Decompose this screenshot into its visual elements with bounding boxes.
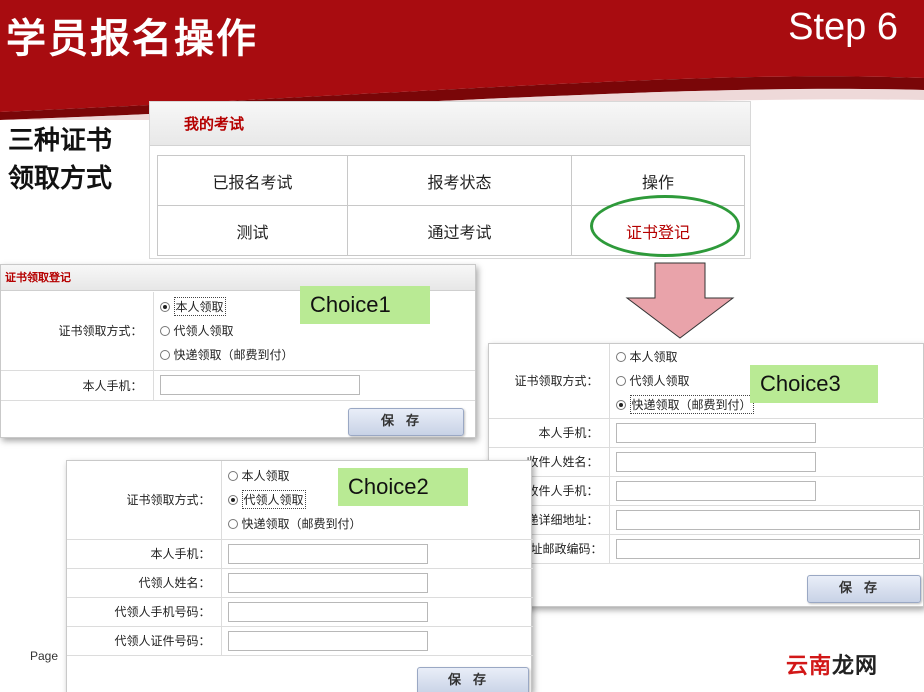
phone-input[interactable] <box>615 422 816 443</box>
postcode-input[interactable] <box>615 538 920 559</box>
table-row: 收件人姓名： <box>489 447 924 477</box>
radio-express[interactable] <box>615 399 626 410</box>
choice3-label: Choice3 <box>750 365 878 403</box>
save-button[interactable]: 保存 <box>807 575 921 603</box>
address-input[interactable] <box>615 509 920 530</box>
save-button[interactable]: 保存 <box>417 667 529 692</box>
radio-proxy[interactable] <box>615 375 626 386</box>
table-row: 收件人手机： <box>489 476 924 506</box>
side-heading-line2: 领取方式 <box>8 164 113 194</box>
header-registered-exam: 已报名考试 <box>157 155 348 206</box>
field-label: 代领人证件号码： <box>67 626 222 656</box>
recipient-name-input[interactable] <box>615 451 816 472</box>
proxy-name-input[interactable] <box>227 572 428 593</box>
recipient-phone-input[interactable] <box>615 480 816 501</box>
radio-proxy[interactable] <box>159 325 170 336</box>
header-exam-status: 报考状态 <box>347 155 572 206</box>
phone-input[interactable] <box>227 543 428 564</box>
save-button[interactable]: 保存 <box>348 408 464 436</box>
table-row: 本人手机： <box>489 418 924 448</box>
method-label: 证书领取方式： <box>489 344 610 419</box>
radio-proxy[interactable] <box>227 494 238 505</box>
proxy-phone-input[interactable] <box>227 601 428 622</box>
side-heading-line1: 三种证书 <box>8 126 113 156</box>
radio-express[interactable] <box>159 349 170 360</box>
choice1-label: Choice1 <box>300 286 430 324</box>
phone-input[interactable] <box>159 375 360 395</box>
option-express[interactable]: 快递领取（邮费到付） <box>227 512 534 536</box>
choice2-label: Choice2 <box>338 468 468 506</box>
field-label: 本人手机： <box>489 418 610 448</box>
radio-express[interactable] <box>227 518 238 529</box>
page-label: Page <box>30 649 59 663</box>
radio-self[interactable] <box>615 351 626 362</box>
watermark-logo: 云南龙网 <box>786 654 879 679</box>
table-row: 代领人证件号码： <box>67 626 533 656</box>
method-label: 证书领取方式： <box>67 461 222 540</box>
proxy-id-input[interactable] <box>227 630 428 651</box>
table-row: 本人手机： <box>1 370 475 401</box>
field-label: 本人手机： <box>67 539 222 569</box>
highlight-oval <box>590 195 740 257</box>
side-heading: 三种证书 领取方式 <box>8 122 148 198</box>
method-label: 证书领取方式： <box>1 292 154 371</box>
slide-title: 学员报名操作 <box>6 16 258 62</box>
cell-exam-name: 测试 <box>157 205 348 256</box>
table-row: 快递详细地址： <box>489 505 924 535</box>
cell-exam-status: 通过考试 <box>347 205 572 256</box>
field-label: 代领人手机号码： <box>67 597 222 627</box>
option-express[interactable]: 快递领取（邮费到付） <box>159 343 476 367</box>
radio-self[interactable] <box>159 301 170 312</box>
field-label: 代领人姓名： <box>67 568 222 598</box>
down-arrow-icon <box>625 262 735 339</box>
my-exams-title: 我的考试 <box>150 102 750 146</box>
step-label: Step 6 <box>788 6 898 48</box>
table-row: 快递地址邮政编码： <box>489 534 924 564</box>
table-row: 本人手机： <box>67 539 533 569</box>
phone-label: 本人手机： <box>1 370 154 401</box>
radio-self[interactable] <box>227 470 238 481</box>
table-row: 代领人手机号码： <box>67 597 533 627</box>
table-row: 代领人姓名： <box>67 568 533 598</box>
